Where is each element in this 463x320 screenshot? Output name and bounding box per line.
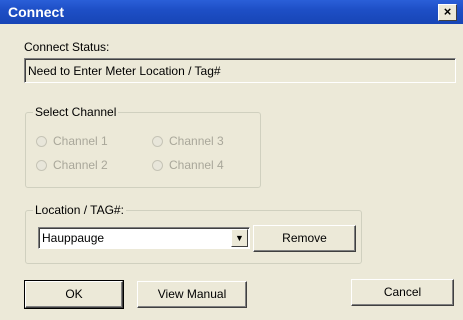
dropdown-button[interactable]: ▼: [231, 229, 248, 247]
select-channel-legend: Select Channel: [33, 105, 119, 119]
radio-channel-1[interactable]: Channel 1: [36, 134, 108, 148]
connect-status-value: Need to Enter Meter Location / Tag#: [28, 64, 221, 78]
location-tag-value[interactable]: Hauppauge: [42, 231, 104, 245]
radio-button-icon: [36, 135, 47, 147]
radio-button-icon: [36, 159, 47, 171]
radio-button-icon: [152, 135, 163, 147]
radio-button-icon: [152, 159, 163, 171]
close-button[interactable]: ×: [438, 4, 457, 21]
radio-channel-4-label: Channel 4: [169, 158, 224, 172]
remove-button[interactable]: Remove: [253, 225, 356, 252]
title-bar: Connect ×: [0, 0, 463, 24]
chevron-down-icon: ▼: [235, 233, 244, 243]
ok-button[interactable]: OK: [24, 280, 124, 309]
radio-channel-3[interactable]: Channel 3: [152, 134, 224, 148]
radio-channel-2-label: Channel 2: [53, 158, 108, 172]
radio-channel-1-label: Channel 1: [53, 134, 108, 148]
location-tag-combobox[interactable]: Hauppauge ▼: [38, 227, 250, 249]
view-manual-button[interactable]: View Manual: [137, 281, 247, 308]
connect-status-label: Connect Status:: [24, 40, 110, 54]
cancel-button[interactable]: Cancel: [351, 279, 454, 306]
radio-channel-4[interactable]: Channel 4: [152, 158, 224, 172]
select-channel-group: Select Channel Channel 1 Channel 3 Chann…: [25, 105, 261, 188]
radio-channel-3-label: Channel 3: [169, 134, 224, 148]
window-title: Connect: [8, 4, 64, 20]
connect-status-field: Need to Enter Meter Location / Tag#: [24, 58, 456, 83]
close-icon: ×: [443, 4, 452, 19]
radio-channel-2[interactable]: Channel 2: [36, 158, 108, 172]
location-tag-legend: Location / TAG#:: [33, 203, 126, 217]
